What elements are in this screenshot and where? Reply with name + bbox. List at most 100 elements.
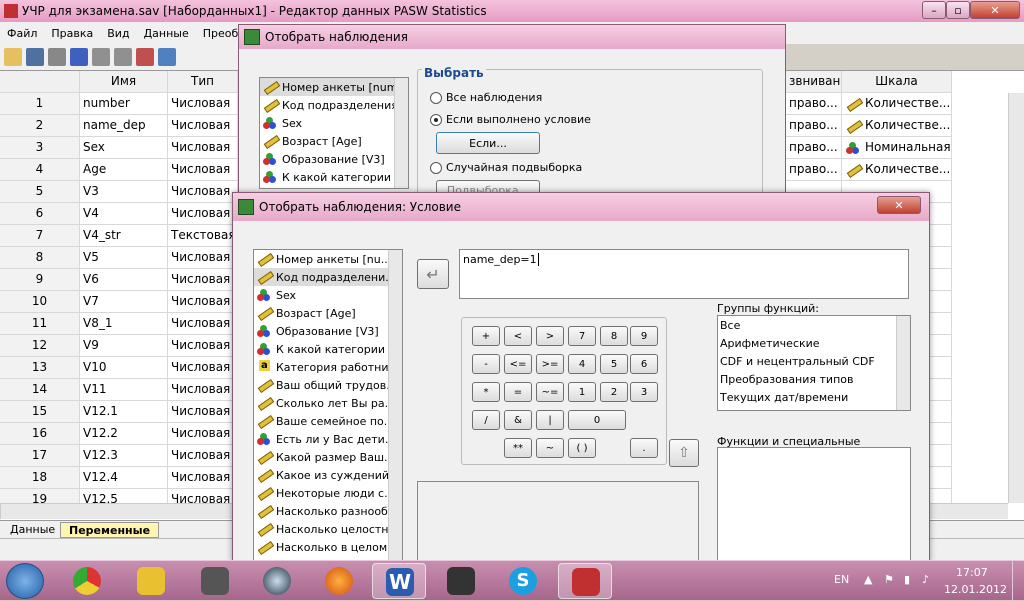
menu-view[interactable]: Вид — [100, 27, 136, 40]
open-icon[interactable] — [4, 48, 22, 66]
variable-list-item[interactable]: Sex — [254, 286, 402, 304]
cell-type[interactable]: Числовая — [168, 445, 238, 467]
key-decimal[interactable]: . — [630, 438, 658, 458]
cell-name[interactable]: V11 — [80, 379, 168, 401]
variable-list-item[interactable]: Категория работни... — [254, 358, 402, 376]
taskbar-pasw[interactable] — [558, 563, 612, 599]
cell-align[interactable]: право... — [786, 93, 842, 115]
cell-n[interactable]: 17 — [0, 445, 80, 467]
cell-type[interactable]: Числовая — [168, 181, 238, 203]
tab-data-view[interactable]: Данные — [2, 522, 63, 538]
variable-list-item[interactable]: Образование [V3] — [254, 322, 402, 340]
cell-name[interactable]: V4 — [80, 203, 168, 225]
function-group-item[interactable]: Арифметические — [718, 334, 910, 352]
redo-icon[interactable] — [114, 48, 132, 66]
key-7[interactable]: 7 — [568, 326, 596, 346]
taskbar-word[interactable]: W — [372, 563, 426, 599]
taskbar-chrome[interactable] — [60, 563, 114, 599]
taskbar-skype[interactable]: S — [496, 563, 550, 599]
cell-n[interactable]: 5 — [0, 181, 80, 203]
variable-list-item[interactable]: Насколько целостн... — [254, 520, 402, 538]
grid-vertical-scrollbar[interactable] — [1008, 93, 1024, 503]
goto-variable-icon[interactable] — [158, 48, 176, 66]
cell-type[interactable]: Числовая — [168, 335, 238, 357]
cell-n[interactable]: 18 — [0, 467, 80, 489]
menu-file[interactable]: Файл — [0, 27, 44, 40]
list-scrollbar[interactable] — [896, 316, 910, 410]
tab-variable-view[interactable]: Переменные — [60, 522, 160, 538]
cell-align[interactable]: право... — [786, 137, 842, 159]
cell-n[interactable]: 8 — [0, 247, 80, 269]
key-equal[interactable]: = — [504, 382, 532, 402]
cell-name[interactable]: V5 — [80, 247, 168, 269]
function-group-item[interactable]: Текущих дат/времени — [718, 388, 910, 406]
language-indicator[interactable]: EN — [834, 573, 849, 586]
cell-n[interactable]: 13 — [0, 357, 80, 379]
cell-n[interactable]: 10 — [0, 291, 80, 313]
variable-list-item[interactable]: Sex — [260, 114, 408, 132]
key-6[interactable]: 6 — [630, 354, 658, 374]
variable-list-item[interactable]: Сколько лет Вы ра... — [254, 394, 402, 412]
cell-n[interactable]: 4 — [0, 159, 80, 181]
cell-n[interactable]: 2 — [0, 115, 80, 137]
expression-input[interactable]: name_dep=1 — [459, 249, 909, 299]
maximize-button[interactable]: ▫ — [946, 1, 970, 19]
key-8[interactable]: 8 — [600, 326, 628, 346]
column-header-align[interactable]: звнивание — [786, 71, 842, 93]
key-or[interactable]: | — [536, 410, 564, 430]
key-1[interactable]: 1 — [568, 382, 596, 402]
taskbar-app-firefox[interactable] — [312, 563, 366, 599]
key-3[interactable]: 3 — [630, 382, 658, 402]
cell-n[interactable]: 16 — [0, 423, 80, 445]
cell-n[interactable]: 9 — [0, 269, 80, 291]
function-group-item[interactable]: Преобразования типов — [718, 370, 910, 388]
variable-list-item[interactable]: Есть ли у Вас дети... — [254, 430, 402, 448]
key-divide[interactable]: / — [472, 410, 500, 430]
key-0[interactable]: 0 — [568, 410, 626, 430]
key-parentheses[interactable]: ( ) — [568, 438, 596, 458]
close-button[interactable]: ✕ — [877, 196, 921, 214]
cell-type[interactable]: Числовая — [168, 357, 238, 379]
cell-n[interactable]: 11 — [0, 313, 80, 335]
column-header-name[interactable]: Имя — [80, 71, 168, 93]
cell-name[interactable]: V10 — [80, 357, 168, 379]
cell-type[interactable]: Числовая — [168, 137, 238, 159]
volume-icon[interactable]: ♪ — [922, 573, 929, 586]
menu-edit[interactable]: Правка — [44, 27, 100, 40]
variable-list-item[interactable]: Номер анкеты [nu... — [254, 250, 402, 268]
cell-name[interactable]: V12.4 — [80, 467, 168, 489]
variable-list-item[interactable]: Возраст [Age] — [260, 132, 408, 150]
key-less[interactable]: < — [504, 326, 532, 346]
cell-type[interactable]: Числовая — [168, 159, 238, 181]
random-sample-radio[interactable] — [430, 162, 442, 174]
cell-type[interactable]: Числовая — [168, 423, 238, 445]
start-button[interactable] — [6, 563, 44, 599]
all-cases-radio[interactable] — [430, 92, 442, 104]
key-minus[interactable]: - — [472, 354, 500, 374]
cell-name[interactable]: V12.3 — [80, 445, 168, 467]
functions-list[interactable] — [717, 447, 911, 563]
cell-type[interactable]: Числовая — [168, 313, 238, 335]
cell-name[interactable]: V4_str — [80, 225, 168, 247]
cell-scale[interactable]: Номинальная — [842, 137, 952, 159]
key-2[interactable]: 2 — [600, 382, 628, 402]
variable-list-item[interactable]: Насколько разнооб... — [254, 502, 402, 520]
close-button[interactable]: ✕ — [970, 1, 1020, 19]
cell-n[interactable]: 1 — [0, 93, 80, 115]
cell-name[interactable]: Sex — [80, 137, 168, 159]
key-multiply[interactable]: * — [472, 382, 500, 402]
cell-name[interactable]: V9 — [80, 335, 168, 357]
key-5[interactable]: 5 — [600, 354, 628, 374]
if-condition-radio[interactable] — [430, 114, 442, 126]
variable-list-item[interactable]: Ваш общий трудов... — [254, 376, 402, 394]
cell-align[interactable]: право... — [786, 115, 842, 137]
menu-data[interactable]: Данные — [137, 27, 196, 40]
cell-type[interactable]: Числовая — [168, 93, 238, 115]
key-less-equal[interactable]: <= — [504, 354, 532, 374]
variable-list[interactable]: Номер анкеты [nu... Код подразделени... Se… — [253, 249, 403, 563]
function-group-item[interactable]: CDF и нецентральный CDF — [718, 352, 910, 370]
taskbar-app-terminal[interactable] — [434, 563, 488, 599]
function-groups-list[interactable]: Все Арифметические CDF и нецентральный CDF… — [717, 315, 911, 411]
list-scrollbar[interactable] — [388, 250, 402, 562]
cell-type[interactable]: Числовая — [168, 203, 238, 225]
